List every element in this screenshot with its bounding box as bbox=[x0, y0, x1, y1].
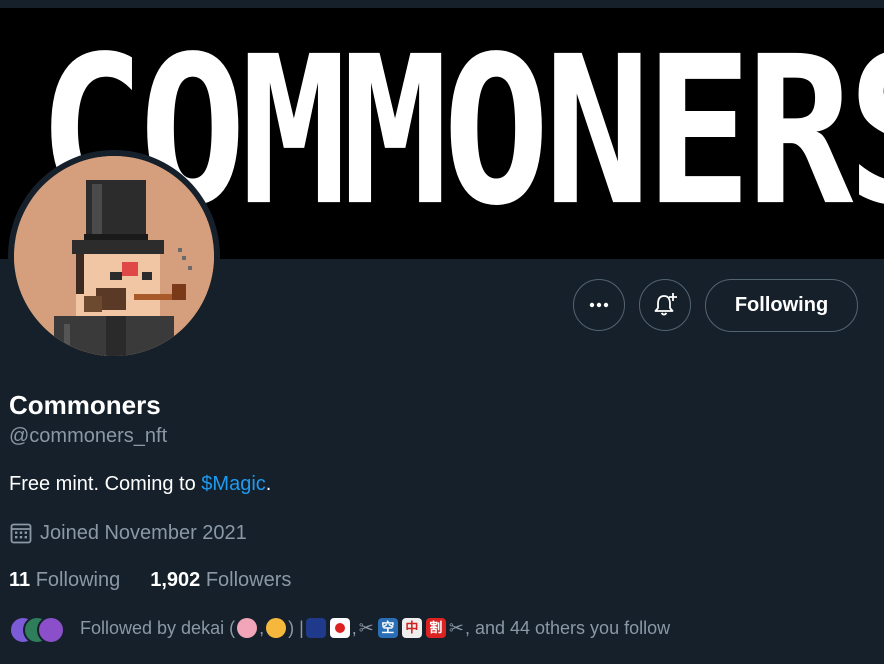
followers-count-link[interactable]: 1,902 Followers bbox=[150, 569, 291, 592]
follow-stats: 11 Following 1,902 Followers bbox=[9, 569, 291, 592]
kanji-sky-icon: 空 bbox=[377, 618, 398, 638]
scissors-icon: ✂ bbox=[358, 617, 374, 638]
profile-bio: Free mint. Coming to $Magic. bbox=[9, 473, 271, 496]
scissors-icon: ✂ bbox=[448, 617, 464, 638]
bell-plus-icon bbox=[654, 293, 677, 316]
follower-avatar bbox=[37, 616, 65, 644]
profile-handle: @commoners_nft bbox=[9, 425, 168, 447]
notify-button[interactable] bbox=[639, 279, 691, 331]
followed-by-prefix: Followed by dekai ( bbox=[80, 617, 236, 638]
australia-flag-icon bbox=[305, 618, 326, 638]
following-count: 11 bbox=[9, 569, 31, 591]
calendar-icon bbox=[10, 523, 32, 544]
followed-by-sep: , bbox=[259, 617, 265, 638]
followers-label: Followers bbox=[205, 569, 292, 591]
profile-avatar[interactable] bbox=[8, 150, 220, 362]
followed-by-row[interactable]: Followed by dekai ( , ) | , ✂ 空 中 割 ✂ , … bbox=[9, 613, 671, 644]
brain-emoji-icon bbox=[237, 618, 258, 638]
pointing-hand-emoji-icon bbox=[266, 618, 287, 638]
followed-by-mid: ) | bbox=[288, 617, 304, 638]
followed-by-sep2: , bbox=[351, 617, 357, 638]
japan-flag-icon bbox=[329, 618, 350, 638]
following-button[interactable]: Following bbox=[705, 279, 858, 332]
bio-suffix: . bbox=[265, 473, 272, 495]
join-date-text: Joined November 2021 bbox=[40, 521, 247, 544]
bio-text: Free mint. Coming to bbox=[9, 473, 202, 495]
bio-cashtag-link[interactable]: $Magic bbox=[201, 473, 265, 495]
more-button[interactable] bbox=[573, 279, 625, 331]
kanji-middle-icon: 中 bbox=[401, 618, 422, 638]
followers-count: 1,902 bbox=[150, 569, 201, 591]
kanji-discount-icon: 割 bbox=[425, 618, 446, 638]
avatar-image bbox=[14, 156, 214, 356]
followed-by-suffix: , and 44 others you follow bbox=[464, 617, 671, 638]
pixel-commoner-portrait bbox=[14, 156, 214, 356]
following-count-link[interactable]: 11 Following bbox=[9, 569, 120, 592]
follower-avatars bbox=[9, 613, 69, 644]
more-horizontal-icon bbox=[589, 302, 609, 308]
join-date: Joined November 2021 bbox=[9, 521, 247, 545]
following-label: Following bbox=[35, 569, 121, 591]
japan-flag-disc bbox=[334, 623, 345, 633]
profile-name: Commoners bbox=[9, 390, 161, 420]
